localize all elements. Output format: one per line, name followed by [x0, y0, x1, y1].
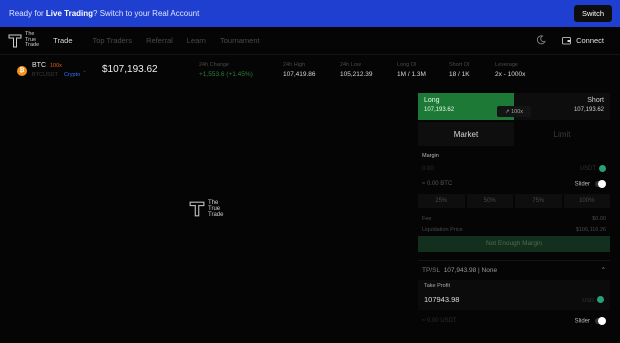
nav-tournament[interactable]: Tournament: [220, 36, 260, 45]
pair-symbol: BTC: [32, 62, 46, 69]
logo-icon: [189, 201, 205, 217]
pct-50-button[interactable]: 50%: [466, 193, 513, 208]
pct-75-button[interactable]: 75%: [515, 193, 562, 208]
promo-banner: Ready for Live Trading ? Switch to your …: [0, 0, 620, 27]
chevron-down-icon[interactable]: ⌄: [82, 67, 87, 74]
usdt-icon: [599, 165, 606, 173]
usdt-icon: [597, 296, 604, 304]
top-nav: The True Trade Trade Top Traders Referra…: [0, 27, 620, 55]
tab-market[interactable]: Market: [418, 122, 514, 146]
banner-suffix: ? Switch to your Real Account: [93, 9, 200, 18]
btc-equivalent: ≈ 0.00 BTC: [422, 181, 453, 188]
tpsl-tp-value: 107,943.98: [443, 266, 477, 274]
stat-long-oi: Long OI 1M / 1.3M: [397, 62, 426, 78]
liquidation-value: $106,116.26: [575, 226, 606, 233]
banner-prefix: Ready for: [9, 9, 44, 18]
tab-limit[interactable]: Limit: [514, 122, 610, 146]
logo-icon: [8, 34, 22, 47]
slider-label: Slider: [574, 181, 590, 188]
fee-value: $0.00: [592, 215, 606, 222]
stat-short-oi: Short OI 18 / 1K: [449, 62, 470, 78]
slider-label-2: Slider: [574, 318, 590, 325]
logo[interactable]: The True Trade: [8, 32, 39, 49]
tpsl-header[interactable]: TP/SL 107,943.98 | None ⌃: [418, 259, 610, 280]
pair-category-badge: Crypto: [63, 72, 81, 78]
order-panel: Long 107,193.62 Short 107,193.62 ↗ 100x …: [418, 93, 610, 343]
nav-trade[interactable]: Trade: [53, 36, 72, 45]
take-profit-label: Take Profit: [424, 282, 450, 289]
connect-button[interactable]: Connect: [562, 36, 604, 45]
theme-toggle-icon[interactable]: [536, 35, 546, 45]
banner-highlight: Live Trading: [45, 9, 94, 18]
submit-order-button[interactable]: Not Enough Margin: [418, 235, 610, 252]
margin-input[interactable]: 0.00 USDT: [418, 162, 610, 176]
leverage-chip[interactable]: ↗ 100x: [497, 106, 531, 117]
nav-referral[interactable]: Referral: [146, 36, 173, 45]
stat-leverage: Leverage 2x - 1000x: [495, 62, 526, 78]
pct-100-button[interactable]: 100%: [563, 193, 610, 208]
chevron-up-icon[interactable]: ⌃: [601, 266, 606, 274]
tpsl-label: TP/SL: [422, 266, 441, 274]
pair-leverage-badge: 100x: [50, 63, 62, 69]
connect-label: Connect: [576, 35, 604, 45]
stat-24h-high: 24h High 107,419.86: [283, 62, 316, 78]
nav-top-traders[interactable]: Top Traders: [93, 36, 133, 45]
stat-24h-change: 24h Change +1,553.6 (+1.45%): [199, 62, 253, 78]
fee-label: Fee: [422, 215, 432, 222]
stat-24h-low: 24h Low 105,212.39: [340, 62, 373, 78]
mark-price: $107,193.62: [102, 64, 158, 75]
switch-button[interactable]: Switch: [574, 5, 612, 22]
slider-toggle-2[interactable]: [595, 316, 606, 325]
liquidation-label: Liquidation Price: [422, 226, 463, 233]
bitcoin-icon: ₿: [17, 66, 27, 76]
nav-learn[interactable]: Learn: [187, 36, 206, 45]
chart-loading-logo: The True Trade: [189, 200, 223, 218]
pct-25-button[interactable]: 25%: [418, 193, 465, 208]
logo-line3: Trade: [25, 42, 40, 49]
wallet-icon: [562, 36, 571, 44]
stop-loss-equivalent: ≈ 0.00 USDT: [422, 317, 457, 324]
margin-label: Margin: [422, 153, 439, 159]
tpsl-sl-value: None: [481, 266, 498, 274]
pair-subtitle: BTCUSDT: [32, 72, 58, 78]
take-profit-box: Take Profit 107943.98 USD: [418, 279, 610, 310]
take-profit-input[interactable]: 107943.98 USD: [424, 295, 604, 304]
pair-selector[interactable]: BTC 100x: [32, 62, 62, 69]
slider-toggle[interactable]: [595, 180, 606, 188]
